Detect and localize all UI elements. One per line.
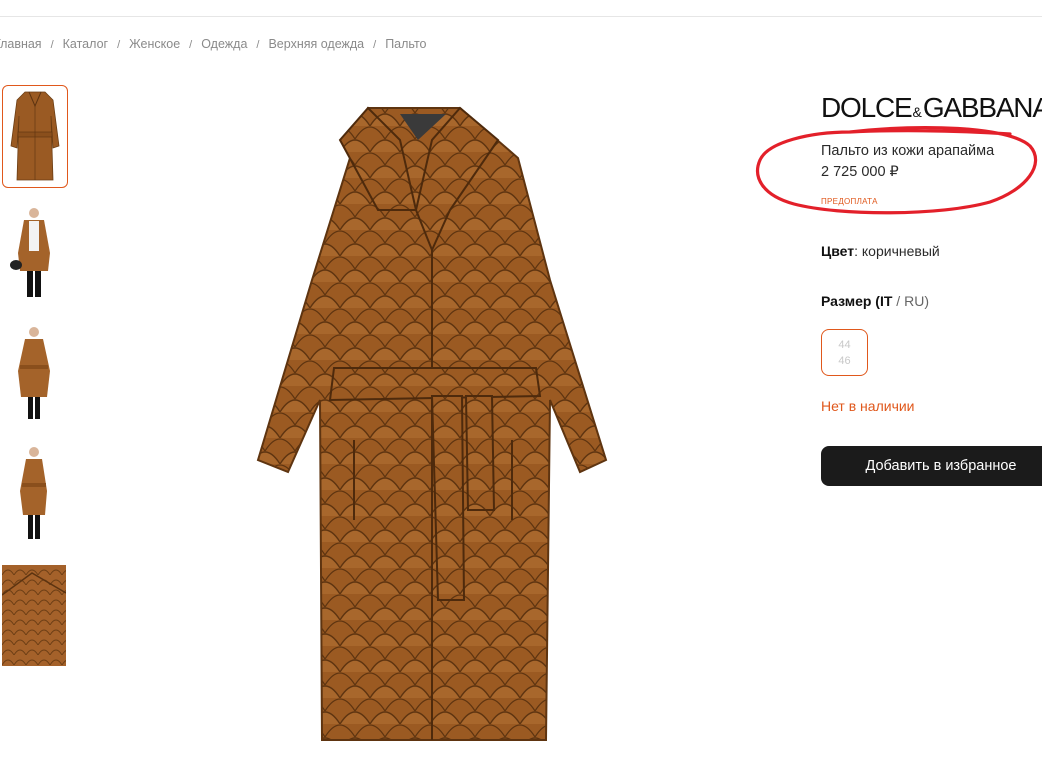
breadcrumb-separator: / bbox=[256, 39, 260, 51]
color-value: : коричневый bbox=[854, 243, 940, 259]
breadcrumb-separator: / bbox=[50, 39, 54, 51]
breadcrumb-separator: / bbox=[189, 39, 193, 51]
breadcrumb-clothing[interactable]: Одежда bbox=[201, 37, 247, 51]
size-ru-value: 46 bbox=[838, 355, 851, 367]
color-label: Цвет bbox=[821, 243, 855, 259]
add-to-favorites-button[interactable]: Добавить в избранное bbox=[821, 446, 1042, 486]
breadcrumb-separator: / bbox=[373, 39, 377, 51]
breadcrumb-separator: / bbox=[117, 39, 121, 51]
brand-logo[interactable]: DOLCE&GABBANA bbox=[821, 92, 1042, 124]
thumbnail-coat-front[interactable] bbox=[2, 85, 68, 188]
size-option-44[interactable]: 44 46 bbox=[821, 329, 868, 376]
breadcrumb-outerwear[interactable]: Верхняя одежда bbox=[268, 37, 364, 51]
brand-logo-right: GABBANA bbox=[922, 92, 1042, 123]
size-alt-label: RU) bbox=[904, 293, 929, 309]
size-label: Размер (IT bbox=[821, 293, 893, 309]
thumbnail-model-side[interactable] bbox=[2, 445, 68, 548]
product-main-image bbox=[250, 100, 620, 770]
header-divider bbox=[0, 16, 1042, 17]
stock-status: Нет в наличии bbox=[821, 398, 915, 414]
product-price: 2 725 000 ₽ bbox=[821, 164, 899, 180]
thumbnail-model-open[interactable] bbox=[2, 205, 68, 308]
breadcrumb-coats[interactable]: Пальто bbox=[385, 37, 426, 51]
brand-logo-left: DOLCE bbox=[821, 92, 913, 123]
breadcrumb-women[interactable]: Женское bbox=[129, 37, 180, 51]
product-title: Пальто из кожи арапайма bbox=[821, 143, 995, 159]
thumbnail-model-belted[interactable] bbox=[2, 325, 68, 428]
size-it-value: 44 bbox=[838, 339, 851, 351]
brand-logo-amp: & bbox=[912, 104, 922, 120]
thumbnail-leather-detail[interactable] bbox=[2, 565, 68, 668]
breadcrumb-home[interactable]: Главная bbox=[0, 37, 42, 51]
prepayment-badge: ПРЕДОПЛАТА bbox=[821, 197, 878, 206]
breadcrumb: Главная / Каталог / Женское / Одежда / Верхняя о… bbox=[0, 37, 427, 51]
size-separator: / bbox=[892, 293, 905, 309]
color-info: Цвет: коричневый bbox=[821, 243, 940, 259]
size-header: Размер (IT / RU) bbox=[821, 293, 929, 309]
breadcrumb-catalog[interactable]: Каталог bbox=[63, 37, 108, 51]
